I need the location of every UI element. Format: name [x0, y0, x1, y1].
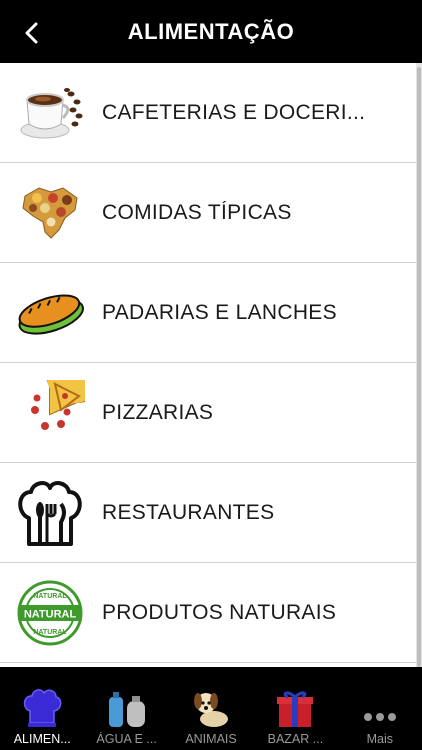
tab-label: ÁGUA E ... — [96, 732, 157, 746]
category-row-pizzarias[interactable]: PIZZARIAS — [0, 363, 416, 463]
coffee-cup-icon — [0, 63, 100, 163]
more-dots-icon — [358, 685, 402, 729]
gift-icon — [273, 685, 317, 729]
svg-text:NATURAL: NATURAL — [33, 629, 67, 636]
pizza-icon — [0, 363, 100, 463]
tab-bar: ALIMEN... ÁGUA E ... ANIMAIS BAZAR ... M… — [0, 667, 422, 750]
tab-bazar[interactable]: BAZAR ... — [253, 667, 337, 750]
category-row-produtos-naturais[interactable]: NATURAL NATURAL NATURAL PRODUTOS NATURAI… — [0, 563, 416, 663]
category-row-cafeterias[interactable]: CAFETERIAS E DOCERI... — [0, 63, 416, 163]
tab-mais[interactable]: Mais — [338, 667, 422, 750]
category-list: CAFETERIAS E DOCERI... COMIDAS TÍPICAS P… — [0, 63, 422, 667]
tab-label: BAZAR ... — [267, 732, 324, 746]
category-label: PIZZARIAS — [102, 400, 214, 424]
water-gas-icon — [105, 685, 149, 729]
tab-alimentacao[interactable]: ALIMEN... — [0, 667, 84, 750]
page-title: ALIMENTAÇÃO — [127, 18, 295, 44]
natural-stamp-icon: NATURAL NATURAL NATURAL — [0, 563, 100, 663]
back-button[interactable] — [14, 16, 48, 50]
category-label: PRODUTOS NATURAIS — [102, 600, 337, 624]
tab-agua-e-gas[interactable]: ÁGUA E ... — [84, 667, 168, 750]
category-row-comidas-tipicas[interactable]: COMIDAS TÍPICAS — [0, 163, 416, 263]
svg-text:NATURAL: NATURAL — [24, 608, 77, 620]
scrollbar-thumb[interactable] — [417, 67, 421, 667]
category-label: RESTAURANTES — [102, 500, 275, 524]
category-label: CAFETERIAS E DOCERI... — [102, 100, 366, 124]
brazil-food-map-icon — [0, 163, 100, 263]
category-label: PADARIAS E LANCHES — [102, 300, 337, 324]
svg-text:NATURAL: NATURAL — [33, 593, 67, 600]
chevron-left-icon — [25, 22, 38, 44]
dog-icon — [189, 685, 233, 729]
chef-hat-cutlery-icon — [0, 463, 100, 563]
tab-label: ALIMEN... — [13, 732, 71, 746]
tab-label: ANIMAIS — [185, 732, 237, 746]
category-label: COMIDAS TÍPICAS — [102, 200, 292, 224]
tab-animais[interactable]: ANIMAIS — [169, 667, 253, 750]
category-row-padarias[interactable]: PADARIAS E LANCHES — [0, 263, 416, 363]
chef-hat-icon — [20, 685, 64, 729]
tab-label: Mais — [366, 732, 394, 746]
nav-header: ALIMENTAÇÃO — [0, 0, 422, 63]
scrollbar[interactable] — [416, 63, 422, 667]
sandwich-icon — [0, 263, 100, 363]
category-row-restaurantes[interactable]: RESTAURANTES — [0, 463, 416, 563]
